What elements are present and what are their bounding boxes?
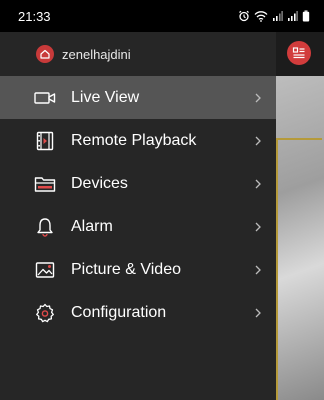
menu-label-devices: Devices (71, 174, 128, 192)
chevron-right-icon (255, 136, 261, 145)
gear-icon (34, 302, 56, 324)
menu-item-live-view[interactable]: Live View (0, 76, 276, 119)
menu-label-live-view: Live View (71, 88, 140, 106)
chevron-right-icon (255, 308, 261, 317)
alarm-clock-icon (239, 10, 249, 22)
menu-label-configuration: Configuration (71, 303, 167, 321)
selected-window-border (276, 138, 322, 400)
home-icon (40, 49, 50, 59)
battery-icon (302, 10, 310, 22)
dvr-device-icon (34, 173, 56, 195)
chevron-right-icon (255, 265, 261, 274)
signal-2-icon (288, 11, 298, 21)
username: zenelhajdini (62, 46, 131, 62)
camera-icon (34, 87, 56, 109)
navigation-drawer: zenelhajdini Live View Remote Playback D… (0, 32, 276, 400)
chevron-right-icon (255, 222, 261, 231)
layout-toggle-button[interactable] (287, 41, 311, 65)
menu-label-remote-playback: Remote Playback (71, 131, 197, 149)
drawer-menu: Live View Remote Playback Devices Alarm … (0, 76, 276, 334)
menu-label-alarm: Alarm (71, 217, 113, 235)
status-time: 21:33 (18, 8, 51, 24)
avatar (36, 45, 54, 63)
menu-item-remote-playback[interactable]: Remote Playback (0, 119, 276, 162)
picture-icon (34, 259, 56, 281)
chevron-right-icon (255, 93, 261, 102)
bell-icon (34, 216, 56, 238)
menu-item-configuration[interactable]: Configuration (0, 291, 276, 334)
account-header[interactable]: zenelhajdini (0, 32, 276, 76)
menu-item-alarm[interactable]: Alarm (0, 205, 276, 248)
menu-item-picture-video[interactable]: Picture & Video (0, 248, 276, 291)
signal-1-icon (273, 11, 283, 21)
menu-label-picture-video: Picture & Video (71, 260, 181, 278)
layout-icon (292, 47, 305, 59)
wifi-icon (254, 11, 268, 22)
chevron-right-icon (255, 179, 261, 188)
film-icon (34, 130, 56, 152)
status-bar: 21:33 (0, 0, 324, 32)
status-icons (238, 10, 310, 22)
menu-item-devices[interactable]: Devices (0, 162, 276, 205)
